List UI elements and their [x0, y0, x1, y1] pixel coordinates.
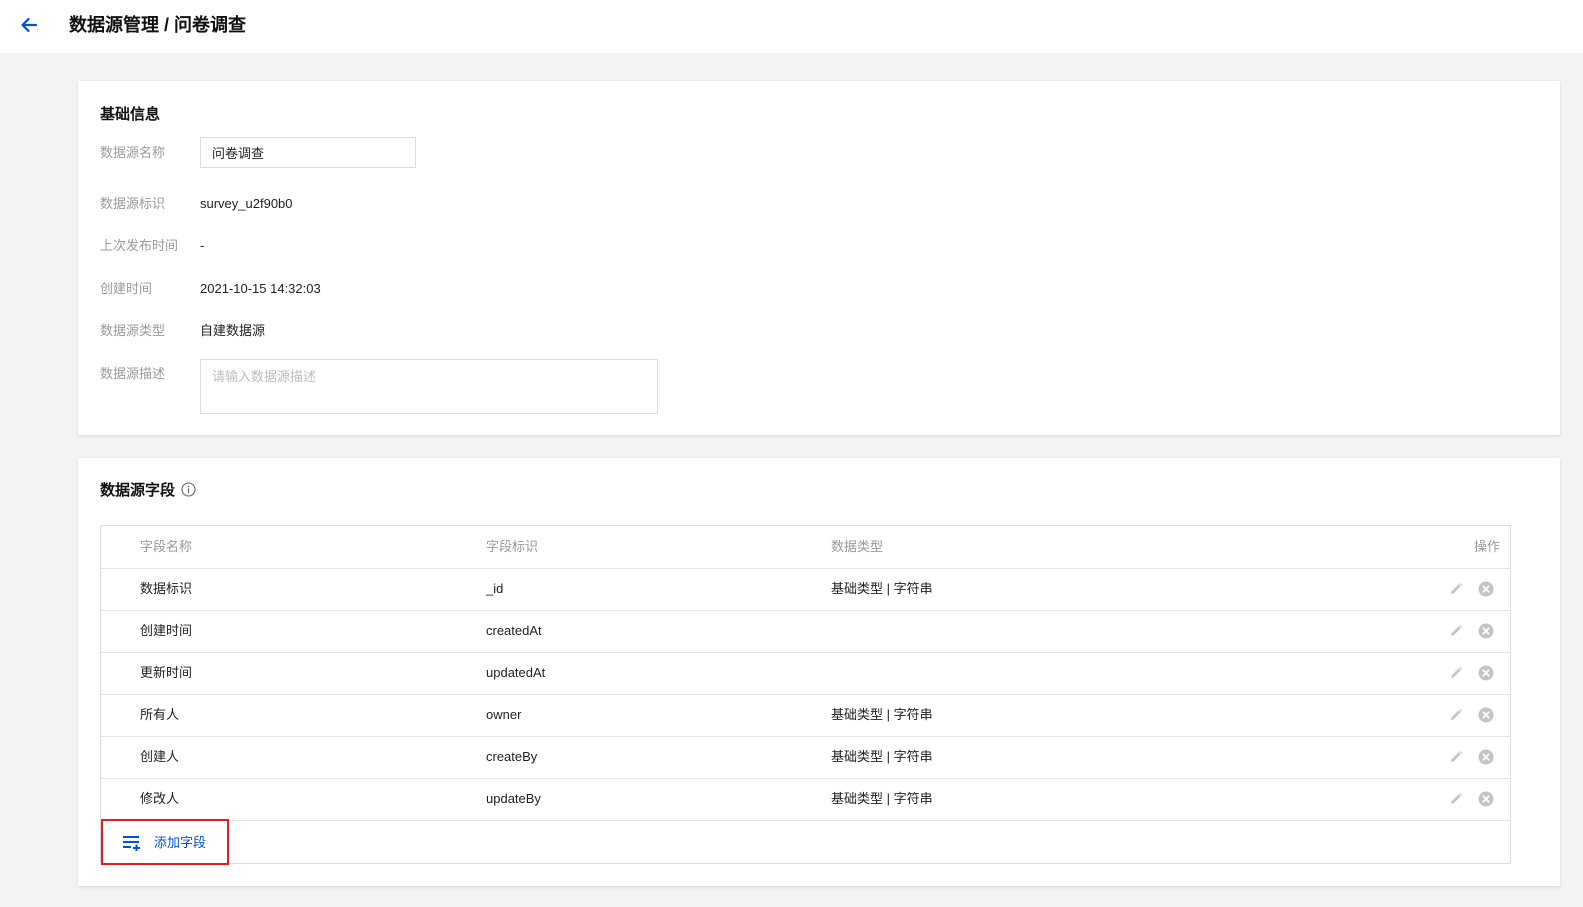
basic-info-title: 基础信息 [100, 106, 161, 123]
field-name: 修改人 [140, 791, 180, 806]
table-row: 更新时间 updatedAt [101, 652, 1510, 695]
field-name: 所有人 [140, 707, 180, 722]
id-value: survey_u2f90b0 [200, 196, 293, 211]
edit-icon[interactable] [1448, 707, 1464, 723]
list-add-icon [123, 836, 140, 851]
name-label: 数据源名称 [100, 145, 166, 160]
desc-textarea[interactable] [200, 359, 658, 414]
field-key: owner [486, 707, 522, 722]
delete-circle-icon[interactable] [1478, 581, 1494, 597]
field-name: 数据标识 [140, 581, 193, 596]
field-key: updatedAt [486, 665, 546, 680]
page-title: 数据源管理 / 问卷调查 [69, 15, 247, 35]
fields-table: 字段名称 字段标识 数据类型 操作 数据标识 _id 基础类型 | 字符串 创建时间 c… [100, 525, 1511, 865]
add-field-button[interactable]: 添加字段 [101, 819, 229, 865]
table-row: 所有人 owner 基础类型 | 字符串 [101, 694, 1510, 737]
field-type: 基础类型 | 字符串 [831, 749, 933, 764]
fields-title: 数据源字段 [100, 481, 196, 501]
field-name: 创建人 [140, 749, 180, 764]
type-value: 自建数据源 [200, 323, 266, 338]
column-header-name: 字段名称 [140, 539, 193, 554]
id-label: 数据源标识 [100, 196, 166, 211]
delete-circle-icon[interactable] [1478, 707, 1494, 723]
edit-icon[interactable] [1448, 791, 1464, 807]
edit-icon[interactable] [1448, 665, 1464, 681]
field-name: 更新时间 [140, 665, 193, 680]
delete-circle-icon[interactable] [1478, 665, 1494, 681]
table-row: 创建时间 createdAt [101, 610, 1510, 653]
field-key: updateBy [486, 791, 541, 806]
table-row: 数据标识 _id 基础类型 | 字符串 [101, 568, 1510, 611]
column-header-action: 操作 [1473, 539, 1500, 554]
fields-title-text: 数据源字段 [100, 482, 176, 499]
table-header: 字段名称 字段标识 数据类型 操作 [101, 526, 1510, 569]
delete-circle-icon[interactable] [1478, 791, 1494, 807]
name-input[interactable] [200, 137, 416, 168]
edit-icon[interactable] [1448, 623, 1464, 639]
top-bar: 数据源管理 / 问卷调查 [0, 0, 1583, 53]
basic-info-card: 基础信息 数据源名称 数据源标识 survey_u2f90b0 上次发布时间 -… [78, 81, 1560, 435]
edit-icon[interactable] [1448, 581, 1464, 597]
field-key: createdAt [486, 623, 542, 638]
last-publish-label: 上次发布时间 [100, 238, 179, 253]
delete-circle-icon[interactable] [1478, 623, 1494, 639]
field-key: _id [486, 581, 504, 596]
column-header-key: 字段标识 [486, 539, 539, 554]
field-type: 基础类型 | 字符串 [831, 581, 933, 596]
created-label: 创建时间 [100, 281, 153, 296]
created-value: 2021-10-15 14:32:03 [200, 281, 321, 296]
arrow-left-icon[interactable] [16, 12, 42, 38]
type-label: 数据源类型 [100, 323, 166, 338]
delete-circle-icon[interactable] [1478, 749, 1494, 765]
field-type: 基础类型 | 字符串 [831, 707, 933, 722]
last-publish-value: - [200, 238, 205, 253]
field-key: createBy [486, 749, 538, 764]
field-name: 创建时间 [140, 623, 193, 638]
fields-card: 数据源字段 字段名称 字段标识 数据类型 操作 数据标识 _id 基础类型 | 字符… [78, 458, 1560, 886]
desc-label: 数据源描述 [100, 366, 166, 381]
info-circle-icon[interactable] [181, 482, 196, 497]
column-header-type: 数据类型 [831, 539, 884, 554]
add-field-label: 添加字段 [154, 835, 207, 850]
table-row: 修改人 updateBy 基础类型 | 字符串 [101, 778, 1510, 821]
edit-icon[interactable] [1448, 749, 1464, 765]
field-type: 基础类型 | 字符串 [831, 791, 933, 806]
table-row: 创建人 createBy 基础类型 | 字符串 [101, 736, 1510, 779]
